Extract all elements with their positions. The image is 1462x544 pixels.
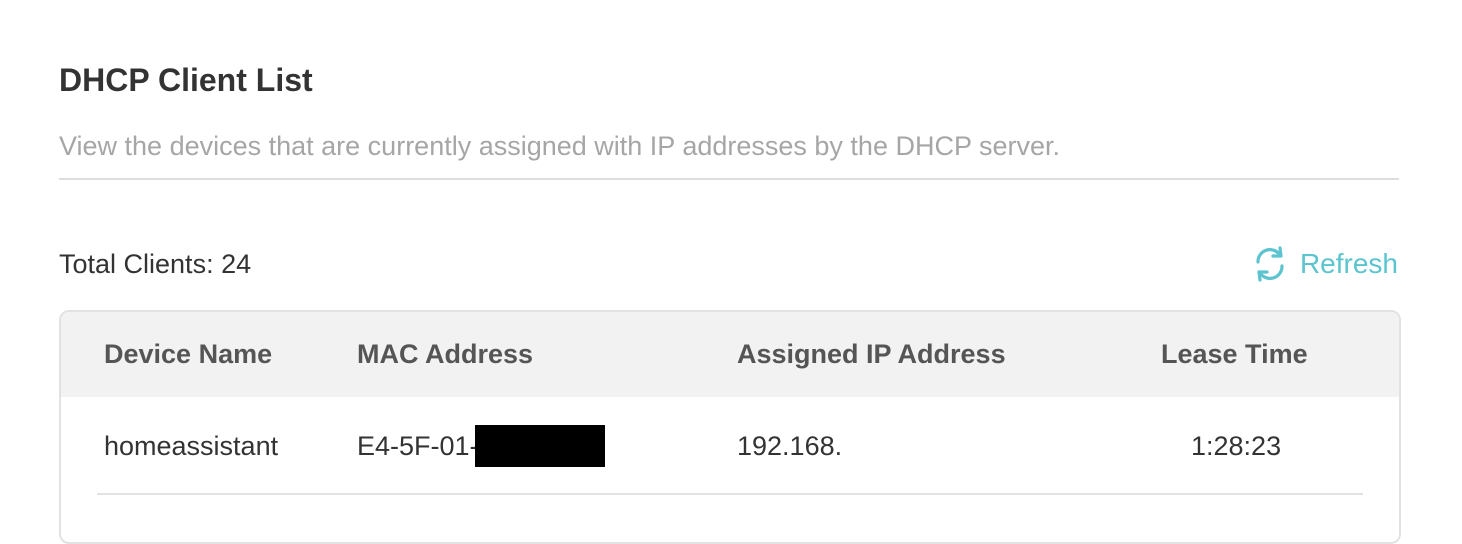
- section-divider: [59, 178, 1399, 180]
- column-header-device-name[interactable]: Device Name: [104, 312, 272, 397]
- refresh-label: Refresh: [1299, 248, 1398, 279]
- column-header-lease-time[interactable]: Lease Time: [1161, 312, 1308, 397]
- refresh-button[interactable]: Refresh: [1250, 244, 1398, 284]
- table-header: Device Name MAC Address Assigned IP Addr…: [61, 312, 1399, 397]
- cell-lease-time: 1:28:23: [1191, 431, 1282, 461]
- row-divider: [97, 493, 1363, 495]
- column-header-assigned-ip[interactable]: Assigned IP Address: [737, 312, 1006, 397]
- total-clients-count: Total Clients: 24: [59, 249, 252, 279]
- page-description: View the devices that are currently assi…: [59, 131, 1061, 161]
- table-row[interactable]: homeassistant E4-5F-01- 192.168. 1:28:23: [61, 397, 1399, 495]
- dhcp-client-table: Device Name MAC Address Assigned IP Addr…: [59, 310, 1401, 544]
- cell-device-name: homeassistant: [104, 431, 279, 461]
- cell-ip-address: 192.168.: [737, 431, 843, 461]
- refresh-icon: [1250, 244, 1290, 284]
- redaction-block: [474, 425, 605, 467]
- page-title: DHCP Client List: [59, 62, 313, 98]
- cell-mac-address: E4-5F-01-: [357, 397, 605, 495]
- cell-mac-address-text: E4-5F-01-: [357, 431, 479, 461]
- column-header-mac-address[interactable]: MAC Address: [357, 312, 533, 397]
